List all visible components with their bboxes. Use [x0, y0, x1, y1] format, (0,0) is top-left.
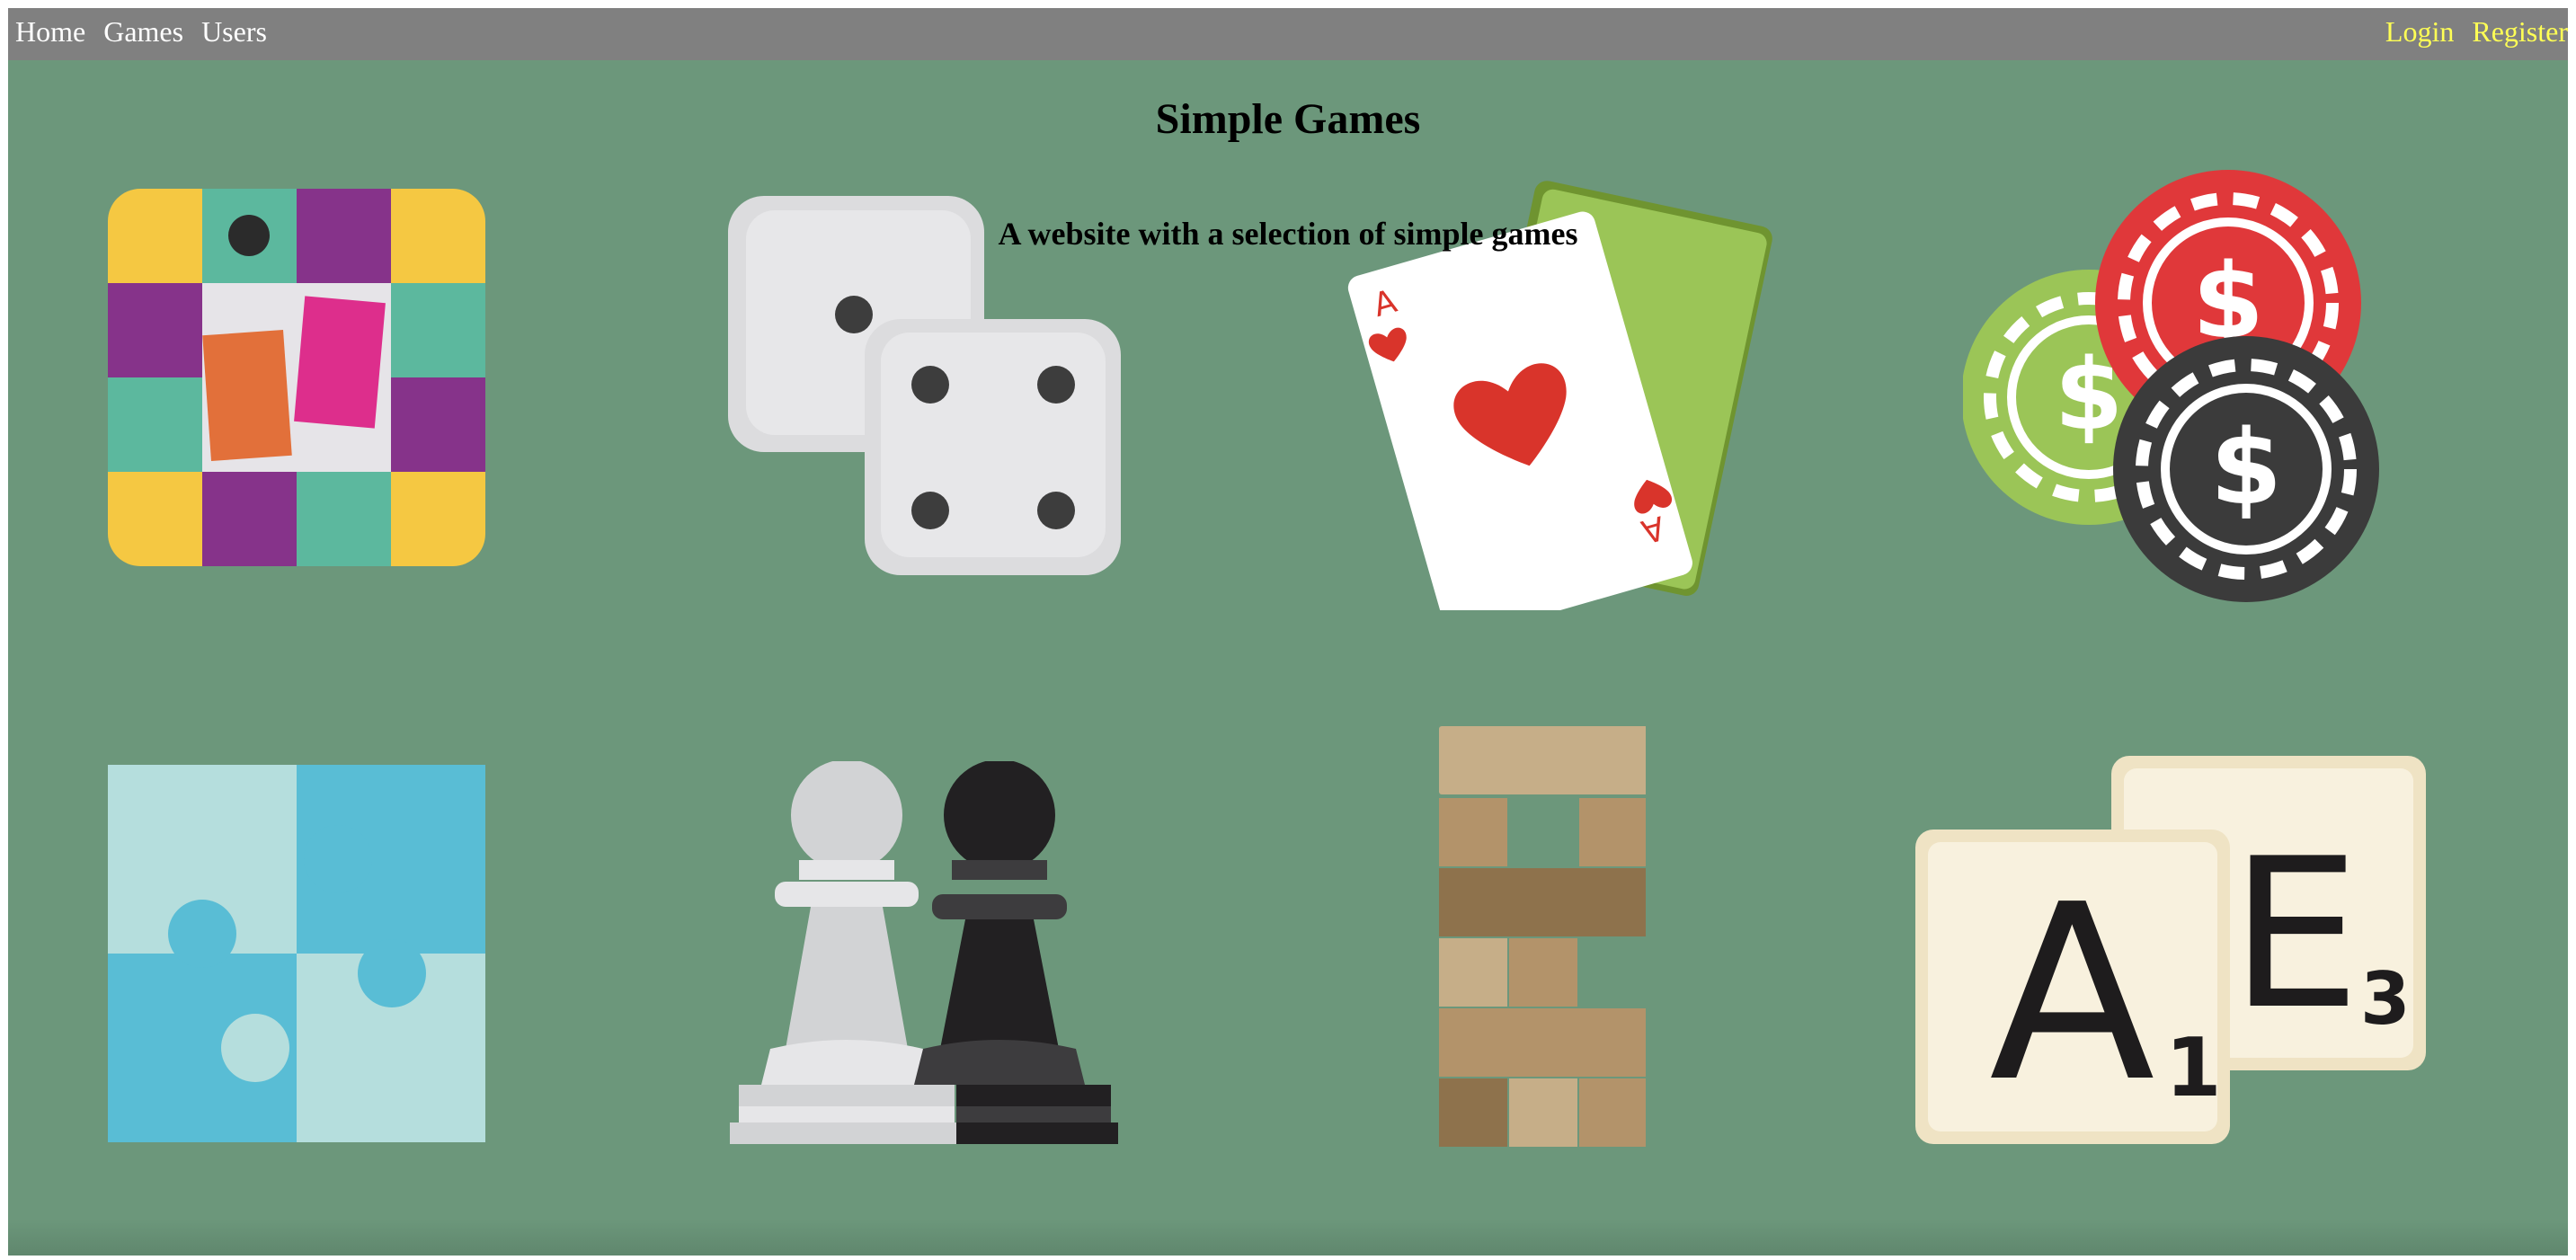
tile-a-score: 1 — [2165, 1021, 2222, 1115]
tile-e-letter: E — [2230, 815, 2360, 1055]
nav-login-link[interactable]: Login — [2385, 17, 2454, 46]
page-title: Simple Games — [1155, 95, 1421, 143]
nav-users-link[interactable]: Users — [201, 17, 267, 46]
page-background: Home Games Users Login Register Simple G… — [8, 8, 2568, 1256]
jenga-tower-icon — [1439, 726, 1646, 1147]
game-tile-chess[interactable] — [730, 761, 1125, 1157]
game-tile-jenga[interactable] — [1430, 724, 1646, 1147]
game-tile-puzzle[interactable] — [108, 765, 485, 1142]
jigsaw-puzzle-icon — [108, 765, 485, 1142]
nav-register-link[interactable]: Register — [2472, 17, 2568, 46]
top-navbar: Home Games Users Login Register — [8, 8, 2568, 60]
nav-games-link[interactable]: Games — [103, 17, 183, 46]
black-chip-symbol: $ — [2210, 408, 2282, 528]
chess-pawns-icon — [730, 761, 1118, 1144]
tile-e-score: 3 — [2360, 957, 2411, 1041]
nav-auth-group: Login Register — [2385, 17, 2568, 46]
page-subtitle: A website with a selection of simple gam… — [998, 216, 1578, 252]
tile-a-letter: A — [1989, 852, 2156, 1135]
game-tile-letters[interactable]: E 3 A 1 — [1915, 754, 2428, 1149]
nav-home-link[interactable]: Home — [15, 17, 85, 46]
letter-tiles-icon: E 3 A 1 — [1915, 756, 2426, 1144]
nav-left-group: Home Games Users — [15, 17, 267, 46]
